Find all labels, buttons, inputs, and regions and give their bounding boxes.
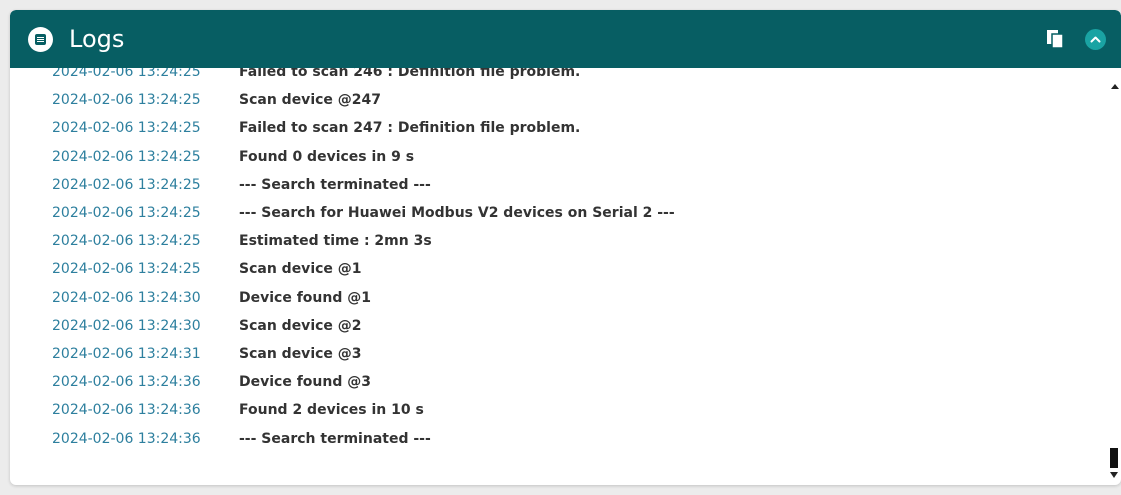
log-row: 2024-02-06 13:24:31 Scan device @3 xyxy=(10,343,1100,365)
log-row: 2024-02-06 13:24:25 Scan device @247 xyxy=(10,89,1100,111)
log-timestamp: 2024-02-06 13:24:36 xyxy=(52,402,201,419)
logs-header: Logs xyxy=(10,10,1121,68)
log-row: 2024-02-06 13:24:25 --- Search for Huawei… xyxy=(10,202,1100,224)
log-timestamp: 2024-02-06 13:24:25 xyxy=(52,148,201,165)
collapse-button[interactable] xyxy=(1085,29,1106,50)
log-row: 2024-02-06 13:24:25 Scan device @1 xyxy=(10,258,1100,280)
log-timestamp: 2024-02-06 13:24:36 xyxy=(52,374,201,391)
log-message: Device found @3 xyxy=(239,374,371,391)
log-message: --- Search for Huawei Modbus V2 devices … xyxy=(239,205,675,221)
log-message: Device found @1 xyxy=(239,289,371,306)
logs-panel: Logs 2024-02-06 13:24:25 Failed to scan 2… xyxy=(10,10,1121,485)
log-timestamp: 2024-02-06 13:24:25 xyxy=(52,68,201,80)
log-message: Scan device @247 xyxy=(239,92,382,109)
log-row: 2024-02-06 13:24:25 --- Search terminated… xyxy=(10,174,1100,196)
log-timestamp: 2024-02-06 13:24:25 xyxy=(52,233,201,250)
log-row: 2024-02-06 13:24:36 --- Search terminated… xyxy=(10,428,1100,450)
log-row: 2024-02-06 13:24:25 Failed to scan 247 : … xyxy=(10,117,1100,139)
log-message: --- Search terminated --- xyxy=(239,176,431,193)
log-message: Found 2 devices in 10 s xyxy=(239,402,424,419)
chevron-up-icon xyxy=(1090,36,1101,43)
log-row: 2024-02-06 13:24:36 Found 2 devices in 10… xyxy=(10,399,1100,421)
log-message: Scan device @3 xyxy=(239,346,362,362)
log-message: Failed to scan 247 : Definition file pro… xyxy=(239,120,581,137)
log-timestamp: 2024-02-06 13:24:25 xyxy=(52,176,201,193)
log-row: 2024-02-06 13:24:36 Device found @3 xyxy=(10,371,1100,393)
log-message: --- Search terminated --- xyxy=(239,430,431,447)
log-row: 2024-02-06 13:24:25 Failed to scan 246 : … xyxy=(10,68,1100,83)
log-list[interactable]: 2024-02-06 13:24:25 Failed to scan 246 : … xyxy=(10,68,1121,485)
log-message: Scan device @2 xyxy=(239,317,362,334)
log-row: 2024-02-06 13:24:25 Found 0 devices in 9 … xyxy=(10,146,1100,168)
log-timestamp: 2024-02-06 13:24:31 xyxy=(52,346,201,362)
document-icon xyxy=(28,27,53,52)
log-row: 2024-02-06 13:24:25 Estimated time : 2mn … xyxy=(10,230,1100,252)
log-timestamp: 2024-02-06 13:24:30 xyxy=(52,289,201,306)
log-timestamp: 2024-02-06 13:24:36 xyxy=(52,430,201,447)
log-message: Estimated time : 2mn 3s xyxy=(239,233,432,250)
log-timestamp: 2024-02-06 13:24:25 xyxy=(52,92,201,109)
log-timestamp: 2024-02-06 13:24:30 xyxy=(52,317,201,334)
log-timestamp: 2024-02-06 13:24:25 xyxy=(52,120,201,137)
scroll-up-arrow-icon[interactable] xyxy=(1110,81,1120,91)
panel-title: Logs xyxy=(69,25,125,53)
log-message: Scan device @1 xyxy=(239,261,362,278)
log-timestamp: 2024-02-06 13:24:25 xyxy=(52,205,201,221)
log-row: 2024-02-06 13:24:30 Device found @1 xyxy=(10,287,1100,309)
log-message: Failed to scan 246 : Definition file pro… xyxy=(239,68,581,80)
log-message: Found 0 devices in 9 s xyxy=(239,148,415,165)
scroll-down-arrow-icon[interactable] xyxy=(1108,446,1120,482)
log-row: 2024-02-06 13:24:30 Scan device @2 xyxy=(10,315,1100,337)
copy-icon[interactable] xyxy=(1045,28,1067,50)
log-timestamp: 2024-02-06 13:24:25 xyxy=(52,261,201,278)
